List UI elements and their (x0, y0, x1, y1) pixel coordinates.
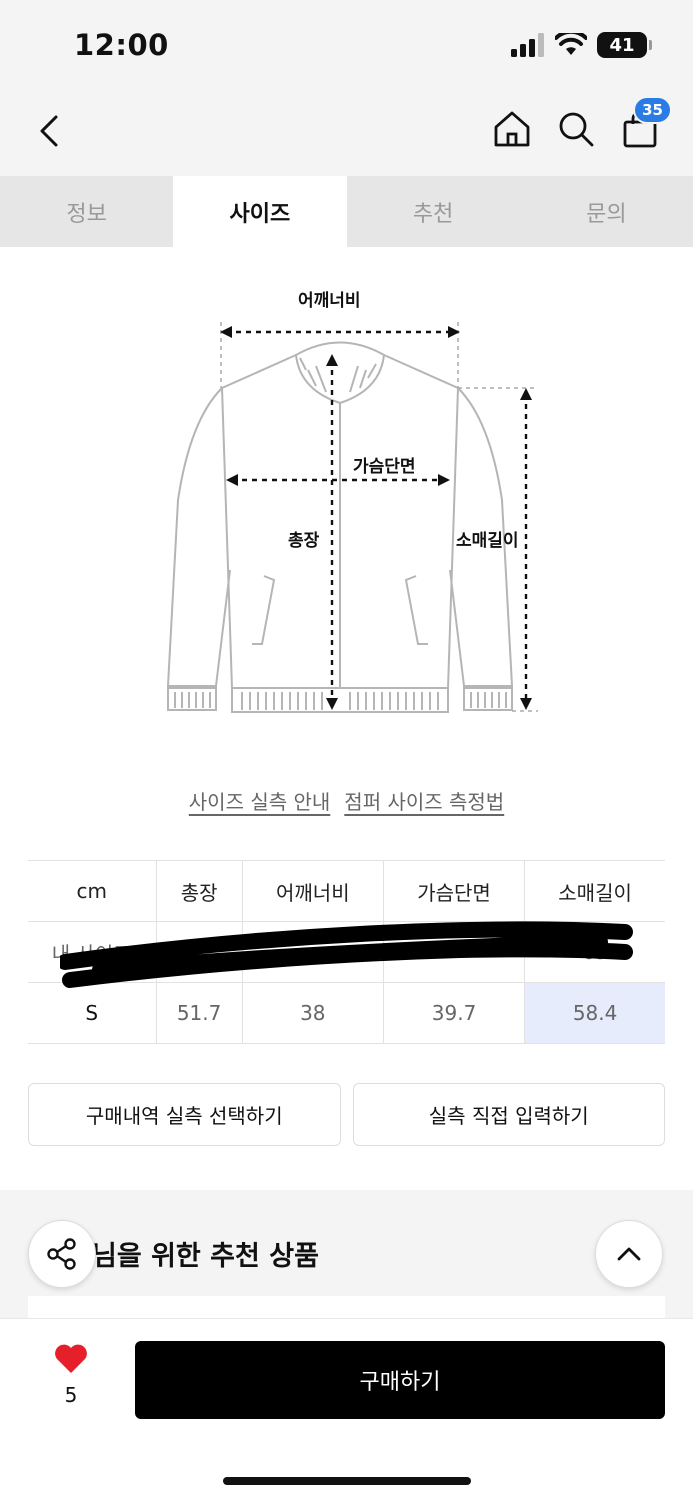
share-icon (47, 1238, 76, 1270)
tab-info[interactable]: 정보 (0, 176, 173, 247)
size-links: 사이즈 실측 안내 점퍼 사이즈 측정법 (0, 786, 693, 815)
measure-method-link[interactable]: 점퍼 사이즈 측정법 (344, 786, 504, 815)
tab-inquiry[interactable]: 문의 (520, 176, 693, 247)
like-button[interactable]: 5 (46, 1343, 96, 1407)
length-label: 총장 (288, 531, 320, 551)
direct-input-button[interactable]: 실측 직접 입력하기 (352, 1083, 665, 1146)
status-time: 12:00 (74, 28, 169, 62)
recommend-title: 님을 위한 추천 상품 (92, 1241, 319, 1272)
share-button[interactable] (28, 1220, 96, 1288)
chest-label: 가슴단면 (353, 457, 416, 477)
status-bar: 12:00 41 (0, 0, 693, 88)
home-icon (494, 111, 530, 147)
search-button[interactable] (557, 110, 595, 152)
bottom-bar: 5 구매하기 (0, 1318, 693, 1500)
top-nav: 35 (0, 88, 693, 176)
chevron-left-icon (40, 115, 58, 147)
size-guide-link[interactable]: 사이즈 실측 안내 (189, 786, 331, 815)
cart-badge: 35 (633, 96, 672, 124)
redaction-scribble (60, 921, 633, 988)
home-indicator (223, 1477, 471, 1485)
tab-size[interactable]: 사이즈 (173, 176, 347, 247)
home-button[interactable] (493, 110, 531, 152)
shoulder-label: 어깨너비 (298, 291, 361, 311)
recommend-section: 님을 위한 추천 상품 (0, 1190, 693, 1326)
size-diagram: 어깨너비 가슴단면 총장 소매길이 (0, 270, 693, 740)
sleeve-label: 소매길이 (456, 531, 519, 551)
measurement-actions: 구매내역 실측 선택하기 실측 직접 입력하기 (28, 1083, 665, 1146)
scroll-top-button[interactable] (595, 1220, 663, 1288)
status-icons: 41 (511, 32, 652, 58)
like-count: 5 (64, 1383, 78, 1407)
tab-recommend[interactable]: 추천 (347, 176, 520, 247)
detail-tabs: 정보 사이즈 추천 문의 (0, 176, 693, 247)
buy-button[interactable]: 구매하기 (135, 1341, 665, 1419)
jacket-illustration (166, 322, 538, 713)
wifi-icon (555, 33, 587, 55)
back-button[interactable] (36, 114, 64, 152)
signal-icon (511, 33, 544, 57)
purchase-history-button[interactable]: 구매내역 실측 선택하기 (28, 1083, 341, 1146)
battery-indicator: 41 (597, 32, 652, 58)
heart-icon (55, 1344, 87, 1373)
chevron-up-icon (617, 1247, 641, 1261)
search-icon (559, 112, 594, 147)
cart-button[interactable]: 35 (622, 96, 672, 152)
